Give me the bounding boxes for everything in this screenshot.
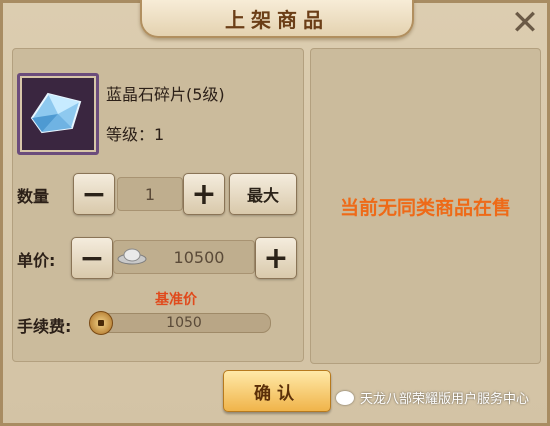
quantity-minus-button[interactable]: − — [73, 173, 115, 215]
item-name: 蓝晶石碎片(5级) — [106, 85, 225, 104]
quantity-plus-button[interactable]: + — [183, 173, 225, 215]
price-minus-button[interactable]: − — [71, 237, 113, 279]
item-slot[interactable] — [17, 73, 99, 155]
quantity-field[interactable]: 1 — [117, 177, 183, 211]
silver-ingot-icon — [117, 248, 147, 265]
wechat-icon — [336, 390, 354, 405]
title-banner: 上架商品 — [140, 0, 414, 38]
listing-panel: 蓝晶石碎片(5级) 等级：1 数量 − 1 + 最大 单价: − 10500 +… — [12, 48, 304, 362]
base-price-label: 基准价 — [155, 292, 197, 308]
max-quantity-button[interactable]: 最大 — [229, 173, 297, 215]
item-level: 等级：1 — [106, 125, 165, 144]
close-icon[interactable]: ✕ — [506, 3, 544, 43]
blue-crystal-shard-icon — [30, 92, 82, 134]
quantity-label: 数量 — [17, 187, 50, 206]
price-plus-button[interactable]: + — [255, 237, 297, 279]
watermark-text: 天龙八部荣耀版用户服务中心 — [360, 392, 530, 407]
watermark: 天龙八部荣耀版用户服务中心 — [336, 388, 529, 407]
fee-field: 1050 — [97, 313, 271, 333]
unit-price-label: 单价: — [17, 251, 56, 270]
copper-coin-icon — [89, 311, 113, 335]
unit-price-value: 10500 — [173, 247, 225, 267]
market-listings-panel: 当前无同类商品在售 — [310, 48, 541, 364]
empty-listings-text: 当前无同类商品在售 — [339, 196, 511, 219]
fee-label: 手续费: — [17, 317, 72, 336]
dialog-title: 上架商品 — [225, 7, 329, 32]
fee-value: 1050 — [166, 315, 202, 331]
confirm-button[interactable]: 确认 — [223, 370, 331, 412]
